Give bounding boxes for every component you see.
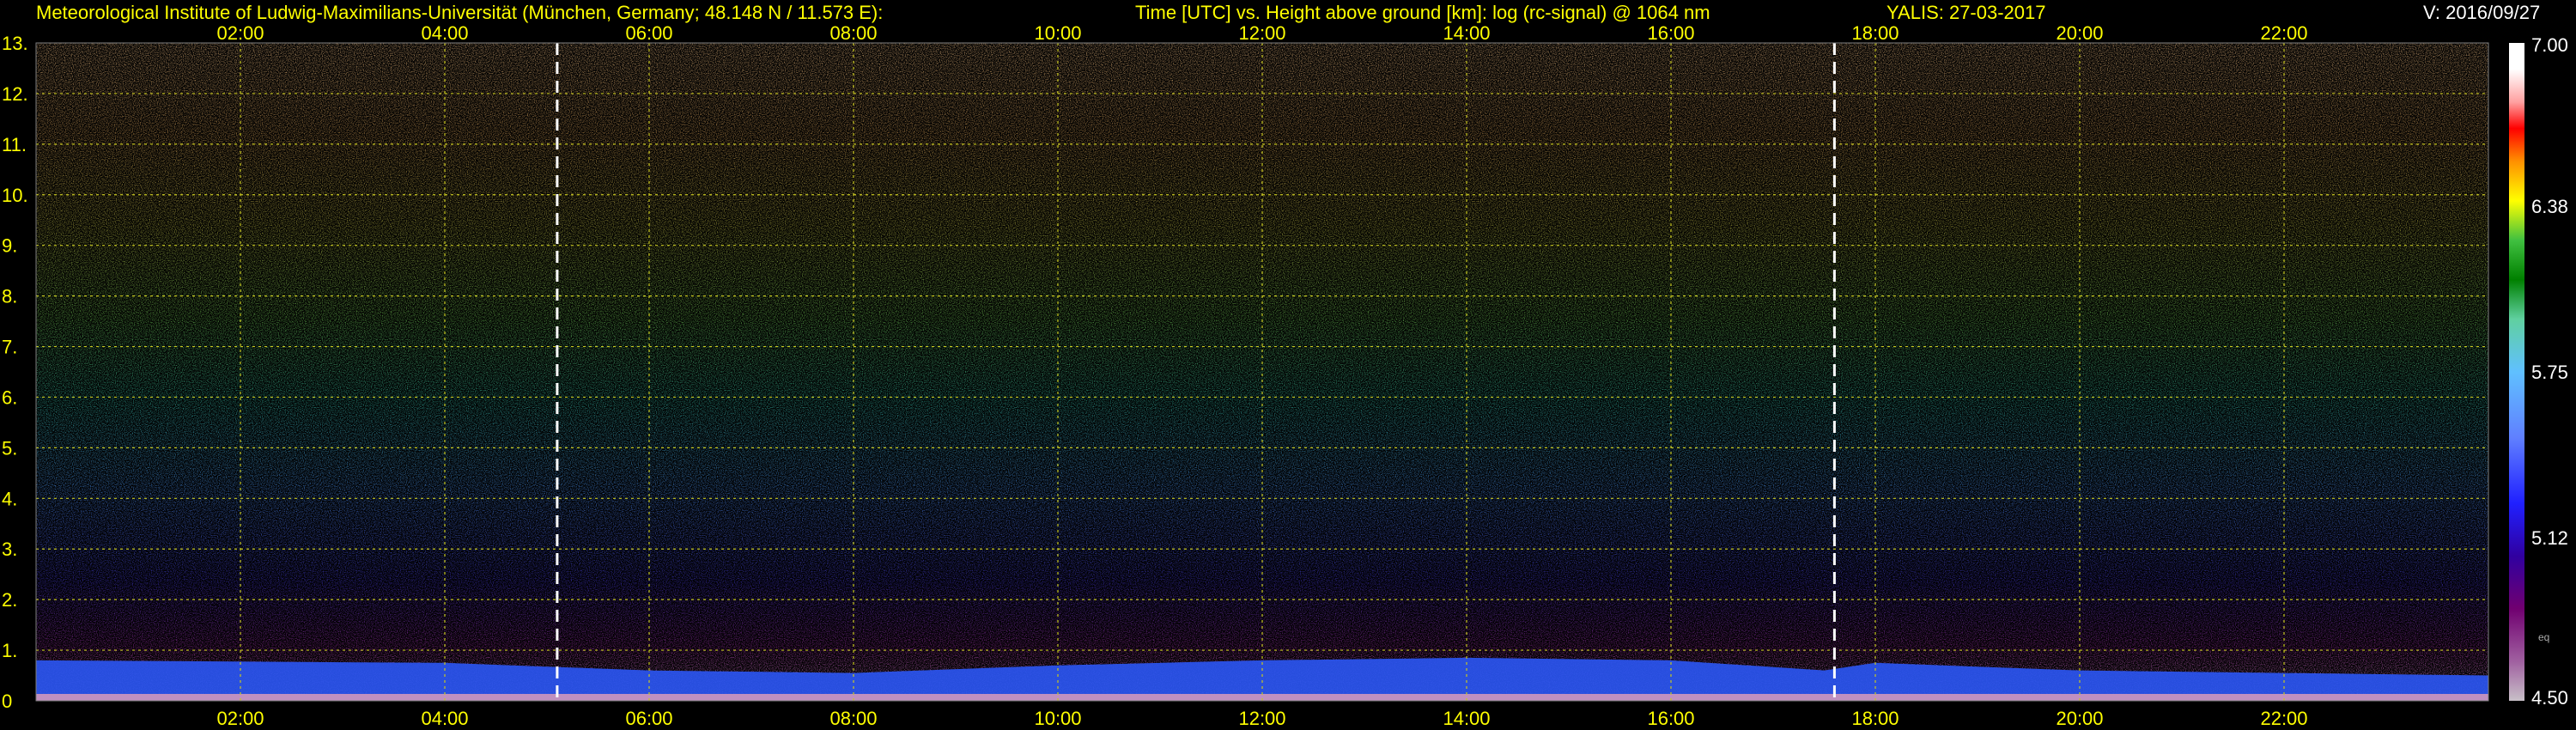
colorbar-label: 7.00 — [2531, 34, 2568, 56]
y-tick-label: 9. — [2, 235, 17, 257]
y-tick-label: 4. — [2, 488, 17, 509]
x-tick-label-bottom: 08:00 — [829, 708, 877, 729]
colorbar-scale — [2509, 43, 2524, 701]
colorbar: 7.00 6.38 5.75 5.12 4.50 eq — [2509, 34, 2568, 709]
x-tick-label-bottom: 10:00 — [1034, 708, 1081, 729]
x-tick-label-top: 08:00 — [829, 22, 877, 44]
x-axis-ticks-bottom: 02:00 04:00 06:00 08:00 10:00 12:00 14:00 16:00… — [216, 708, 2307, 729]
y-tick-label: 5. — [2, 437, 17, 459]
y-tick-label: 11. — [2, 134, 27, 155]
y-tick-label: 10. — [2, 185, 28, 206]
lidar-heatmap-chart: 0 1. 2. 3. 4. 5. 6. 7. 8. 9. 10. 11. 12. 13. 02:00 04:… — [2, 22, 2568, 729]
x-tick-label-top: 04:00 — [421, 22, 468, 44]
x-tick-label-bottom: 02:00 — [216, 708, 264, 729]
colorbar-labels: 7.00 6.38 5.75 5.12 4.50 eq — [2531, 34, 2568, 709]
x-tick-label-bottom: 20:00 — [2056, 708, 2103, 729]
colorbar-extra-label: eq — [2538, 631, 2549, 643]
y-tick-label: 0 — [2, 690, 12, 712]
x-tick-label-top: 18:00 — [1851, 22, 1899, 44]
x-tick-label-bottom: 04:00 — [421, 708, 468, 729]
colorbar-label: 5.12 — [2531, 527, 2568, 549]
x-tick-label-top: 06:00 — [625, 22, 672, 44]
colorbar-label: 4.50 — [2531, 687, 2568, 709]
colorbar-label: 5.75 — [2531, 362, 2568, 383]
y-tick-label: 2. — [2, 589, 17, 611]
x-tick-label-top: 12:00 — [1238, 22, 1285, 44]
x-tick-label-top: 02:00 — [216, 22, 264, 44]
y-tick-label: 1. — [2, 640, 17, 661]
x-tick-label-bottom: 12:00 — [1238, 708, 1285, 729]
x-tick-label-bottom: 14:00 — [1443, 708, 1490, 729]
y-tick-label: 12. — [2, 83, 28, 105]
y-tick-label: 6. — [2, 386, 17, 408]
x-tick-label-bottom: 22:00 — [2260, 708, 2307, 729]
y-tick-label: 8. — [2, 286, 17, 307]
x-tick-label-top: 14:00 — [1443, 22, 1490, 44]
x-tick-label-bottom: 16:00 — [1647, 708, 1694, 729]
x-tick-label-top: 22:00 — [2260, 22, 2307, 44]
x-tick-label-bottom: 18:00 — [1851, 708, 1899, 729]
y-tick-label: 7. — [2, 337, 17, 358]
y-tick-label: 13. — [2, 33, 28, 54]
y-tick-label: 3. — [2, 538, 17, 560]
x-tick-label-top: 10:00 — [1034, 22, 1081, 44]
x-tick-label-top: 20:00 — [2056, 22, 2103, 44]
x-tick-label-top: 16:00 — [1647, 22, 1694, 44]
x-axis-ticks-top: 02:00 04:00 06:00 08:00 10:00 12:00 14:00 16:00… — [216, 22, 2307, 44]
x-tick-label-bottom: 06:00 — [625, 708, 672, 729]
y-axis-ticks: 0 1. 2. 3. 4. 5. 6. 7. 8. 9. 10. 11. 12. 13. — [2, 33, 28, 712]
colorbar-label: 6.38 — [2531, 196, 2568, 217]
